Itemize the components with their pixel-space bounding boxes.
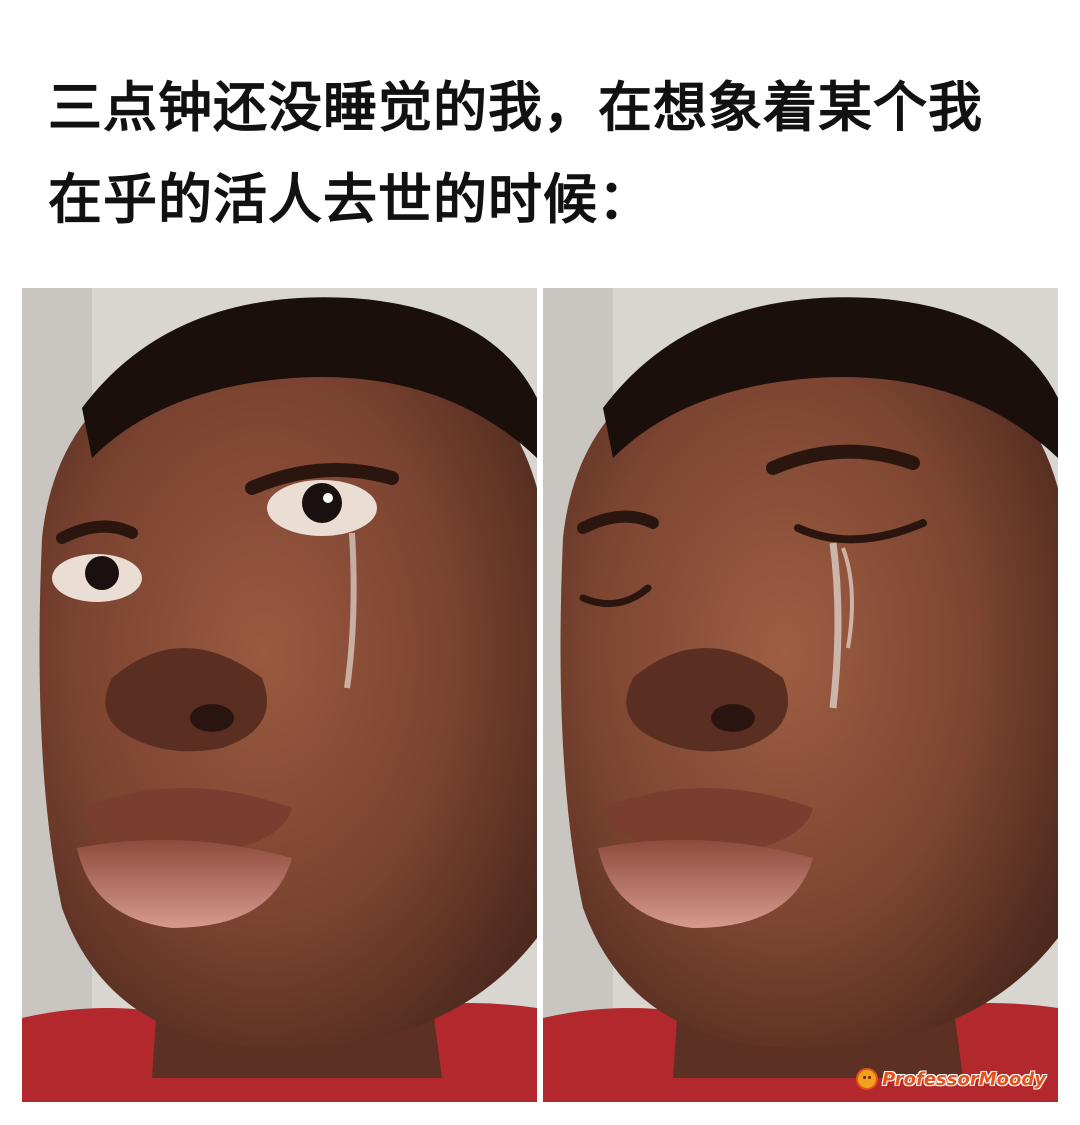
panel-eyes-closed: ProfessorMoody bbox=[543, 288, 1058, 1102]
panel-eyes-open bbox=[22, 288, 537, 1102]
photo-strip: ProfessorMoody bbox=[22, 288, 1058, 1102]
face-eyes-closed-illustration bbox=[543, 288, 1058, 1102]
caption-line-1: 三点钟还没睡觉的我，在想象着某个我 bbox=[48, 76, 983, 139]
meme-caption: 三点钟还没睡觉的我，在想象着某个我 在乎的活人去世的时候： bbox=[48, 62, 1048, 246]
watermark-text: ProfessorMoody bbox=[882, 1068, 1046, 1090]
face-eyes-open-illustration bbox=[22, 288, 537, 1102]
sad-face-icon bbox=[856, 1068, 879, 1090]
caption-line-2: 在乎的活人去世的时候： bbox=[48, 168, 653, 231]
watermark: ProfessorMoody bbox=[856, 1068, 1046, 1090]
